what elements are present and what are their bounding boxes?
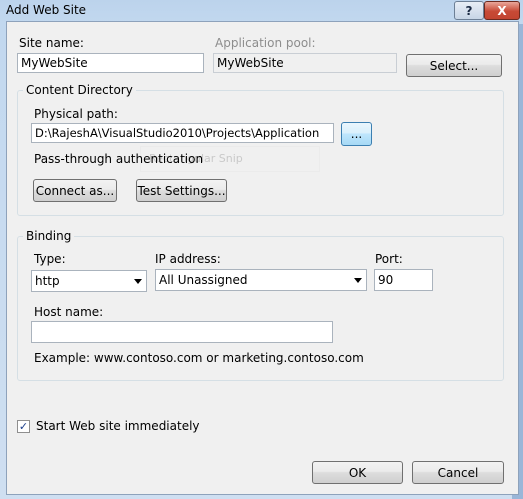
ok-button[interactable]: OK <box>312 461 403 484</box>
help-button[interactable]: ? <box>454 1 484 20</box>
host-name-input[interactable] <box>31 321 333 343</box>
window-title: Add Web Site <box>6 3 87 17</box>
browse-path-button[interactable]: ... <box>341 122 372 146</box>
port-label: Port: <box>375 252 403 266</box>
physical-path-label: Physical path: <box>34 107 118 121</box>
application-pool-field: MyWebSite <box>213 53 397 73</box>
title-bar: Add Web Site ? X <box>0 0 523 20</box>
checkmark-icon: ✓ <box>18 420 29 433</box>
host-name-example: Example: www.contoso.com or marketing.co… <box>34 351 364 365</box>
ip-address-label: IP address: <box>155 252 221 266</box>
close-button[interactable]: X <box>484 1 520 20</box>
site-name-input[interactable]: MyWebSite <box>17 53 204 73</box>
type-select[interactable]: http <box>31 270 147 292</box>
binding-title: Binding <box>23 229 75 243</box>
port-input[interactable]: 90 <box>374 269 433 291</box>
start-immediately-checkbox[interactable]: ✓ <box>17 420 30 433</box>
content-directory-title: Content Directory <box>23 83 136 97</box>
site-name-label: Site name: <box>19 36 84 50</box>
type-label: Type: <box>34 252 66 266</box>
close-icon: X <box>497 3 507 18</box>
start-immediately-label[interactable]: Start Web site immediately <box>36 419 200 433</box>
test-settings-button[interactable]: Test Settings... <box>136 179 227 202</box>
physical-path-input[interactable]: D:\RajeshA\VisualStudio2010\Projects\App… <box>31 123 334 143</box>
type-value: http <box>35 274 60 288</box>
pass-through-auth-label: Pass-through authentication <box>34 152 204 166</box>
ip-address-select[interactable]: All Unassigned <box>155 269 367 291</box>
ip-address-value: All Unassigned <box>159 273 248 287</box>
select-pool-button[interactable]: Select... <box>406 54 502 77</box>
help-icon: ? <box>465 3 473 18</box>
connect-as-button[interactable]: Connect as... <box>33 179 117 202</box>
dropdown-arrow-icon <box>354 278 362 283</box>
application-pool-label: Application pool: <box>215 36 316 50</box>
dropdown-arrow-icon <box>134 279 142 284</box>
dialog-window: Add Web Site ? X Site name: MyWebSite Ap… <box>0 0 523 499</box>
cancel-button[interactable]: Cancel <box>412 461 504 484</box>
host-name-label: Host name: <box>34 305 104 319</box>
